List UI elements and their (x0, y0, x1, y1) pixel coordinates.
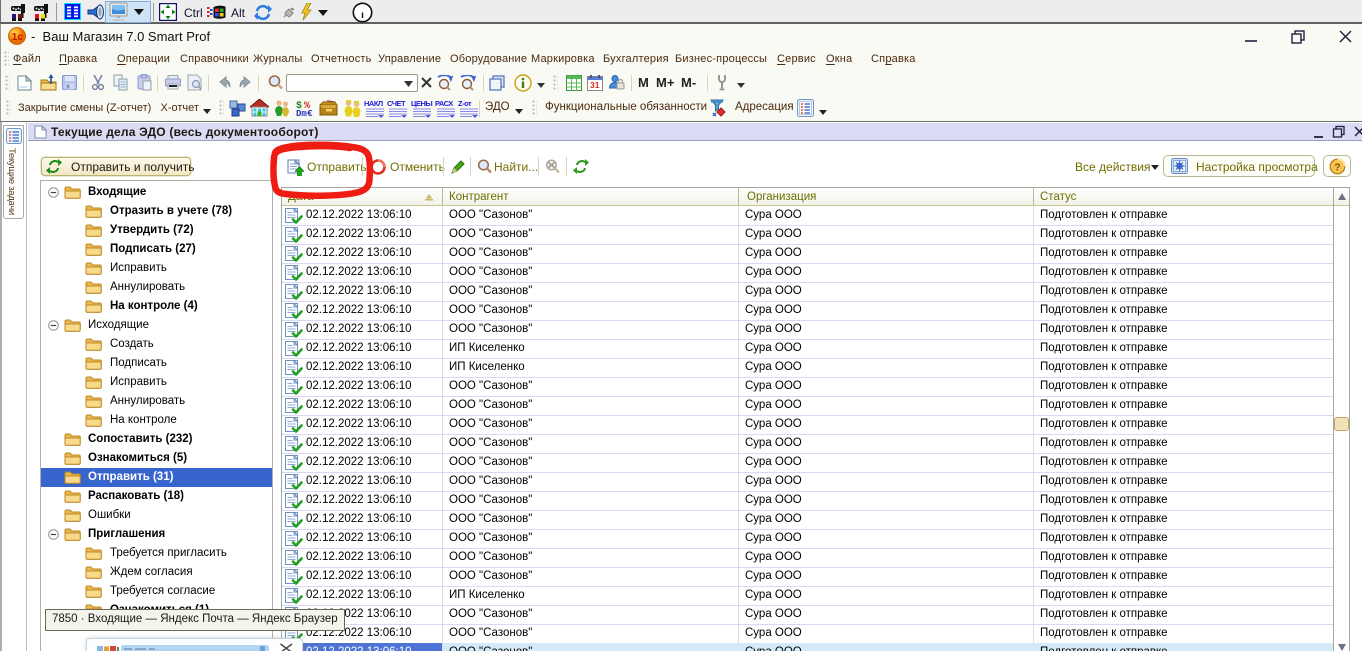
svg-text:1c: 1c (12, 32, 24, 43)
svg-text:ЦЕНЫ: ЦЕНЫ (411, 99, 432, 108)
svg-text:31: 31 (590, 80, 600, 90)
svg-text:РАСХ: РАСХ (435, 99, 453, 108)
svg-text:Dm: Dm (296, 109, 307, 117)
svg-text:СЧЕТ: СЧЕТ (387, 99, 406, 108)
svg-text:НАКЛ: НАКЛ (364, 99, 383, 108)
svg-text:?: ? (1334, 162, 1340, 174)
svg-text:Z-от: Z-от (458, 99, 472, 108)
svg-text:€: € (307, 109, 313, 117)
